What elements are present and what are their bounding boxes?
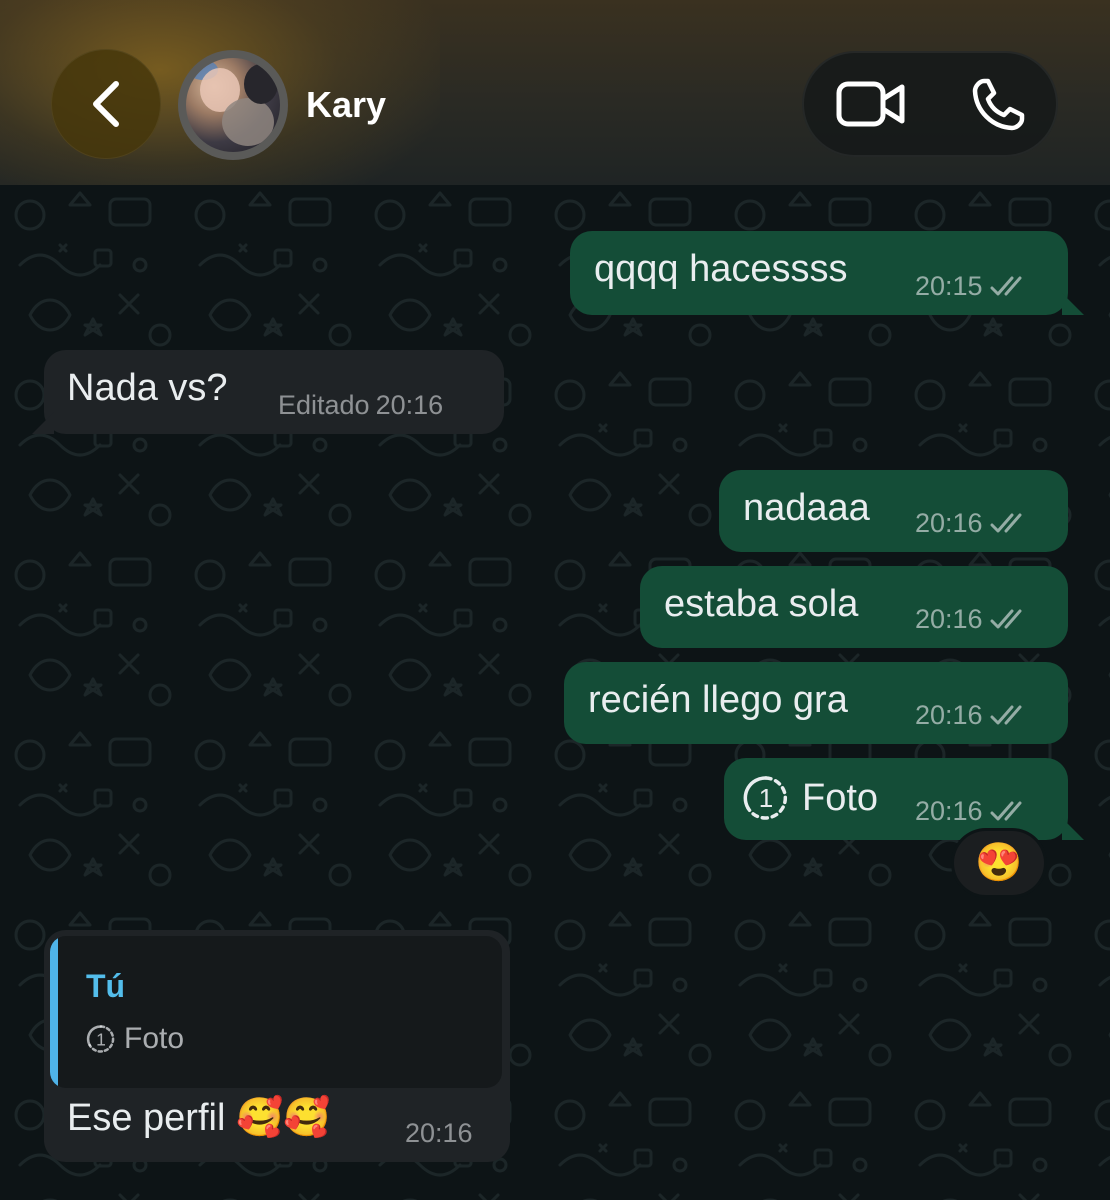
reply-text-label: Foto — [124, 1022, 185, 1055]
svg-text:1: 1 — [96, 1029, 106, 1049]
svg-text:1: 1 — [759, 783, 773, 813]
double-check-icon — [990, 276, 1022, 296]
message-meta: 20:16 — [405, 1118, 473, 1148]
message-text: recién llego gra — [588, 679, 848, 721]
chat-area[interactable]: qqqq hacessss 20:15 Nada vs? Editado 20:… — [0, 185, 1110, 1200]
message-bubble-outgoing[interactable]: estaba sola 20:16 — [640, 566, 1068, 648]
voice-call-button[interactable] — [970, 77, 1026, 133]
avatar-photo — [186, 58, 280, 152]
message-meta: 20:16 — [915, 508, 1031, 538]
reply-text: 1 Foto — [86, 1022, 184, 1056]
message-time: 20:16 — [915, 604, 983, 634]
call-actions — [802, 51, 1058, 157]
message-bubble-incoming-reply[interactable]: Tú 1 Foto Ese perfil 🥰🥰 20:16 — [44, 930, 510, 1162]
double-check-icon — [990, 609, 1022, 629]
message-meta: 20:16 — [915, 700, 1031, 730]
message-meta: 20:16 — [915, 796, 1031, 826]
video-camera-icon — [836, 81, 905, 127]
chevron-left-icon — [93, 81, 119, 127]
message-meta: Editado 20:16 — [278, 390, 443, 420]
reply-quote-bar — [50, 936, 58, 1088]
message-text: Foto — [802, 777, 879, 819]
message-bubble-incoming[interactable]: Nada vs? Editado 20:16 — [32, 350, 504, 434]
back-button[interactable] — [51, 49, 161, 159]
message-bubble-outgoing-photo[interactable]: 1 Foto 20:16 — [724, 758, 1084, 840]
phone-icon — [972, 78, 1025, 131]
chat-header: Kary — [0, 0, 1110, 185]
message-bubble-outgoing[interactable]: nadaaa 20:16 — [719, 470, 1068, 552]
message-time: 20:16 — [405, 1118, 473, 1148]
message-time: 20:16 — [375, 390, 444, 420]
double-check-icon — [990, 801, 1022, 821]
message-text: Nada vs? — [67, 367, 228, 409]
message-text: qqqq hacessss — [594, 248, 848, 290]
message-time: 20:16 — [915, 508, 983, 538]
reply-author: Tú — [86, 968, 126, 1004]
double-check-icon — [990, 513, 1022, 533]
view-once-icon: 1 — [86, 1025, 115, 1053]
view-once-photo: 1 Foto — [742, 774, 878, 822]
contact-avatar[interactable] — [178, 50, 288, 160]
message-meta: 20:16 — [915, 604, 1031, 634]
message-text: Ese perfil 🥰🥰 — [67, 1097, 331, 1139]
message-time: 20:15 — [915, 271, 983, 301]
message-meta: 20:15 — [915, 271, 1031, 301]
message-bubble-outgoing[interactable]: qqqq hacessss 20:15 — [570, 231, 1084, 315]
edited-label: Editado — [278, 390, 370, 420]
message-time: 20:16 — [915, 700, 983, 730]
message-text: estaba sola — [664, 583, 859, 625]
video-call-button[interactable] — [836, 79, 906, 129]
reply-quote[interactable]: Tú 1 Foto — [50, 936, 502, 1088]
contact-name[interactable]: Kary — [306, 84, 386, 126]
message-time: 20:16 — [915, 796, 983, 826]
message-reaction[interactable]: 😍 — [954, 831, 1044, 895]
view-once-icon: 1 — [743, 776, 787, 820]
message-text: nadaaa — [743, 487, 870, 529]
double-check-icon — [990, 705, 1022, 725]
message-bubble-outgoing[interactable]: recién llego gra 20:16 — [564, 662, 1068, 744]
